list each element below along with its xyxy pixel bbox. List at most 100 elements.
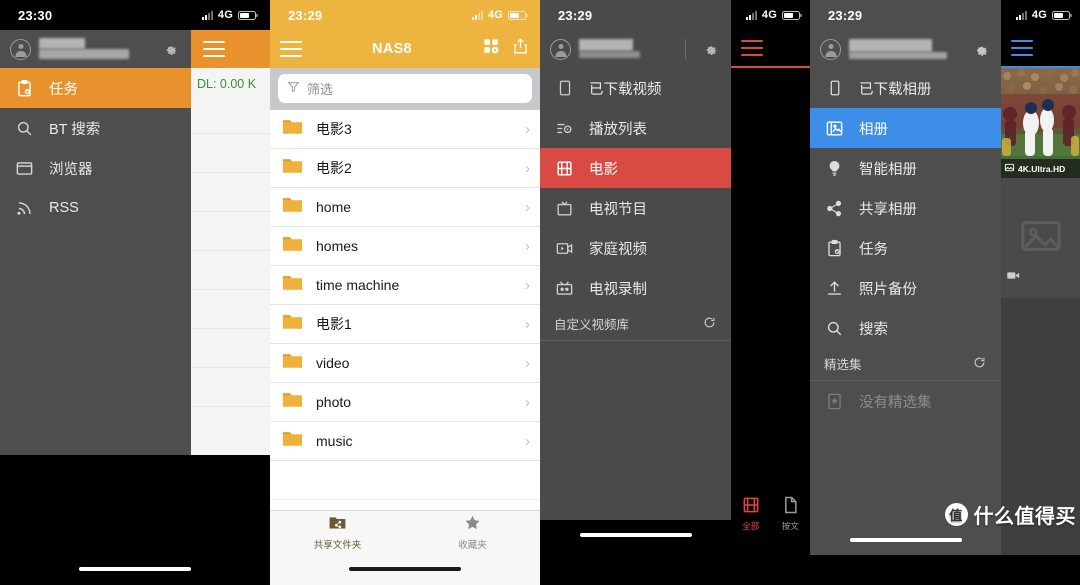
sidebar-item-home-videos[interactable]: 家庭视频: [540, 228, 731, 268]
grid-view-icon[interactable]: [482, 37, 501, 61]
watermark: 值 什么值得买: [944, 500, 1077, 529]
sidebar-item-tasks[interactable]: 任务: [810, 228, 1001, 268]
search-input[interactable]: 筛选: [278, 74, 532, 103]
list-item-label: 电影1: [316, 316, 352, 332]
sidebar-item-tasks[interactable]: 任务: [0, 68, 191, 108]
folder-icon: [281, 388, 304, 416]
bookmark-icon: [824, 391, 845, 412]
tab-shared-folders[interactable]: 共享文件夹: [270, 511, 405, 554]
gear-icon[interactable]: [162, 41, 179, 58]
chevron-right-icon: ›: [525, 159, 530, 177]
sidebar-item-bt-search[interactable]: BT 搜索: [0, 108, 191, 148]
gear-icon[interactable]: [702, 41, 719, 58]
refresh-icon[interactable]: [972, 355, 987, 373]
device-icon: [824, 78, 845, 99]
refresh-icon[interactable]: [702, 315, 717, 333]
sidebar-item-label: 搜索: [859, 321, 888, 338]
task-row[interactable]: [191, 329, 270, 368]
empty-row: [270, 461, 540, 500]
tab-label: 全部: [742, 521, 760, 531]
sidebar-item-smart-albums[interactable]: 智能相册: [810, 148, 1001, 188]
sidebar-item-movies[interactable]: 电影: [540, 148, 731, 188]
task-row[interactable]: [191, 134, 270, 173]
home-indicator[interactable]: [79, 567, 191, 571]
battery-icon: [782, 10, 802, 20]
hamburger-icon[interactable]: [741, 40, 763, 56]
sidebar-item-tv-recordings[interactable]: 电视录制: [540, 268, 731, 308]
sidebar-item-tv-shows[interactable]: 电视节目: [540, 188, 731, 228]
photo-placeholder-tile[interactable]: [1001, 178, 1080, 298]
status-clock: 23:29: [288, 7, 323, 23]
search-icon: [824, 318, 845, 339]
sidebar-item-downloaded-videos[interactable]: 已下载视频: [540, 68, 731, 108]
tab-all[interactable]: 全部: [731, 489, 771, 555]
task-row[interactable]: [191, 173, 270, 212]
tab-by-file[interactable]: 按文: [771, 489, 811, 555]
sidebar-item-albums[interactable]: 相册: [810, 108, 1001, 148]
sidebar-item-label: 家庭视频: [589, 241, 647, 258]
download-rate-label: DL: 0.00 K: [197, 77, 257, 91]
star-icon: [463, 513, 482, 535]
avatar: [10, 38, 31, 60]
status-bar: 23:29: [810, 0, 1001, 30]
task-row[interactable]: [191, 290, 270, 329]
list-item[interactable]: time machine ›: [270, 266, 540, 305]
sidebar-item-label: 已下载视频: [589, 81, 662, 98]
list-item[interactable]: homes ›: [270, 227, 540, 266]
sidebar-item-search[interactable]: 搜索: [810, 308, 1001, 348]
hamburger-icon[interactable]: [203, 41, 225, 57]
video-icon: [1006, 268, 1021, 288]
signal-bars-icon: [745, 10, 757, 20]
folder-icon: [281, 349, 304, 377]
home-indicator[interactable]: [349, 567, 461, 572]
task-row[interactable]: [191, 95, 270, 134]
signal-bars-icon: [471, 10, 483, 20]
list-item-label: photo: [316, 394, 352, 410]
battery-icon: [508, 10, 528, 20]
list-item[interactable]: 电影3 ›: [270, 110, 540, 149]
list-item[interactable]: 电影2 ›: [270, 149, 540, 188]
hamburger-icon[interactable]: [1011, 40, 1033, 56]
task-row[interactable]: [191, 212, 270, 251]
watermark-logo: 值: [944, 503, 968, 526]
drawer-account-header[interactable]: [540, 30, 731, 68]
panel-file-browser: 23:29 4G NAS8 筛选 电影3 › 电影2 › home › home…: [270, 0, 540, 585]
tab-favorites[interactable]: 收藏夹: [405, 511, 540, 554]
watermark-text: 什么值得买: [973, 506, 1076, 528]
task-row[interactable]: [191, 251, 270, 290]
status-clock: 23:29: [558, 7, 593, 23]
list-item[interactable]: home ›: [270, 188, 540, 227]
side-drawer: 23:29 已下载相册 相册 智能相册 共享相册 任务 照片备份 搜索 精选集 …: [810, 0, 1001, 555]
list-item[interactable]: music ›: [270, 422, 540, 461]
sidebar-item-downloaded-albums[interactable]: 已下载相册: [810, 68, 1001, 108]
battery-icon: [238, 10, 258, 20]
list-item[interactable]: 电影1 ›: [270, 305, 540, 344]
home-indicator[interactable]: [579, 533, 692, 537]
sidebar-item-shared-albums[interactable]: 共享相册: [810, 188, 1001, 228]
hamburger-icon[interactable]: [280, 41, 302, 57]
task-row[interactable]: [191, 368, 270, 407]
network-type-label: 4G: [1031, 9, 1047, 21]
folder-icon: [281, 154, 304, 182]
drawer-account-header[interactable]: [810, 30, 1001, 68]
tab-label: 按文: [781, 521, 799, 531]
tab-label: 收藏夹: [458, 539, 487, 551]
share-upload-icon[interactable]: [511, 37, 530, 61]
gear-icon[interactable]: [972, 41, 989, 58]
sidebar-item-label: 电视节目: [589, 201, 647, 218]
sidebar-item-photo-backup[interactable]: 照片备份: [810, 268, 1001, 308]
tab-bar: 全部 按文: [731, 489, 810, 555]
panel-body: DL: 0.00 K 任务 BT 搜索 浏览器 RSS: [0, 30, 270, 585]
status-clock: 23:29: [828, 7, 863, 23]
sidebar-item-playlist[interactable]: 播放列表: [540, 108, 731, 148]
photo-thumbnail[interactable]: 4K.Ultra.HD: [1001, 68, 1080, 178]
list-item[interactable]: photo ›: [270, 383, 540, 422]
chevron-right-icon: ›: [525, 237, 530, 255]
list-item[interactable]: video ›: [270, 344, 540, 383]
sidebar-item-browser[interactable]: 浏览器: [0, 148, 191, 188]
sidebar-item-label: 相册: [859, 121, 888, 138]
home-indicator[interactable]: [849, 538, 962, 542]
folder-icon: [281, 271, 304, 299]
drawer-account-header[interactable]: [0, 30, 191, 68]
sidebar-item-rss[interactable]: RSS: [0, 188, 191, 228]
